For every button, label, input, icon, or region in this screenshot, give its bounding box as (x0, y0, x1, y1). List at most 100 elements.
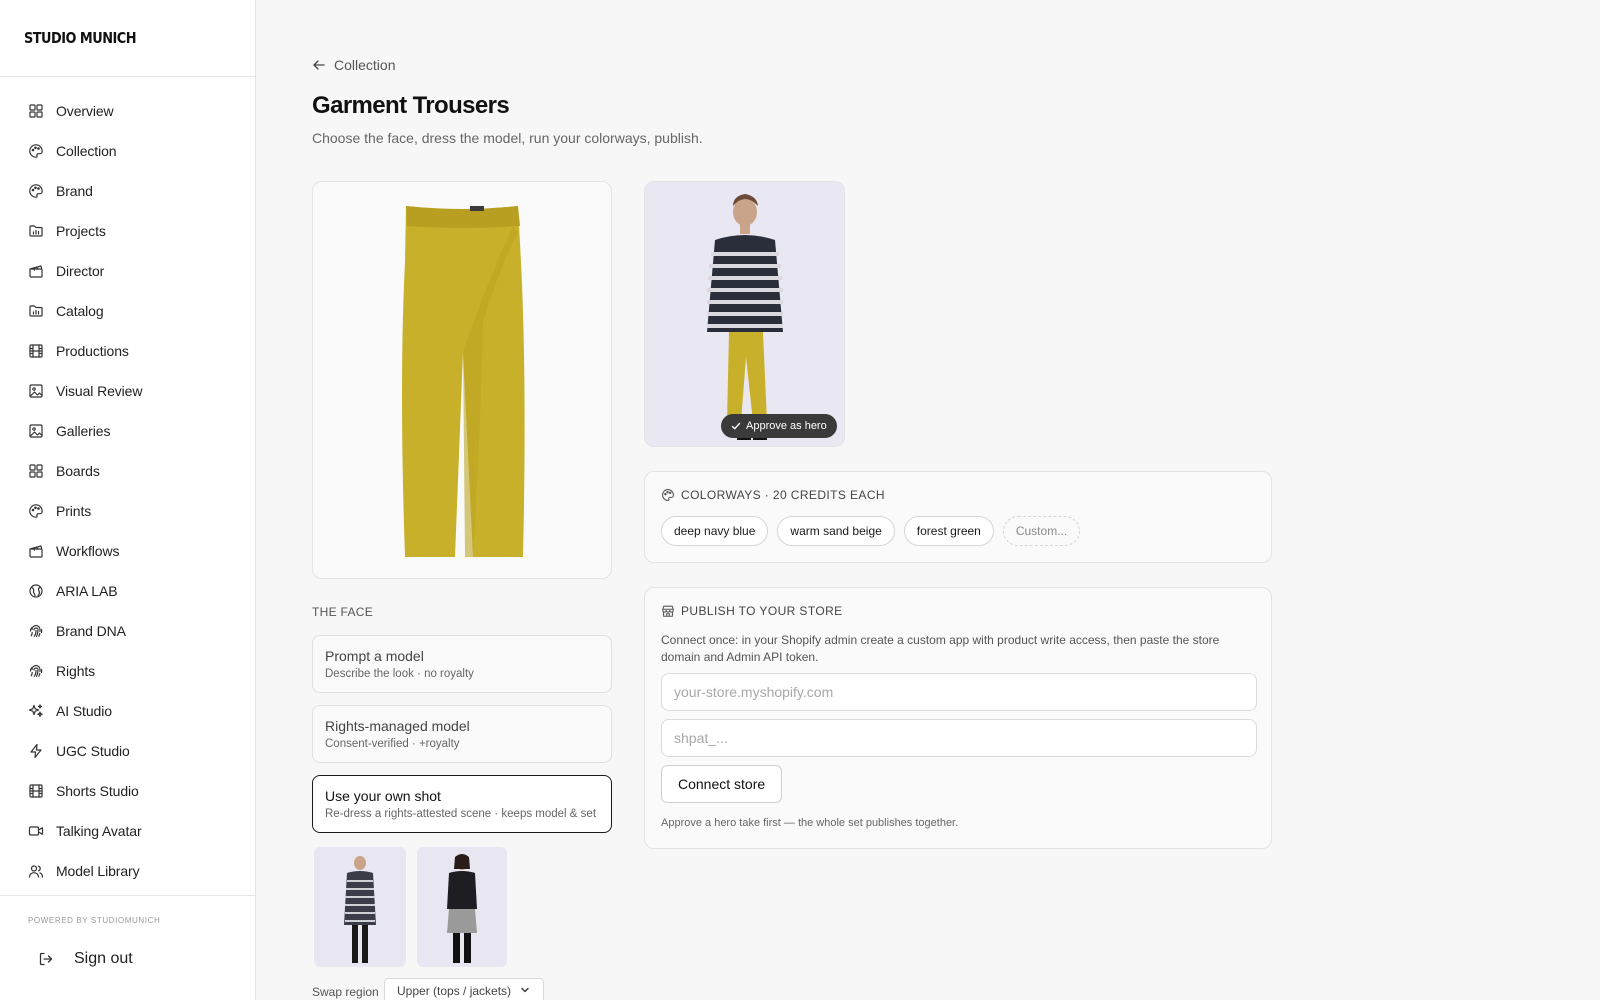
sidebar-item-label: Overview (56, 103, 114, 119)
sidebar-item-talking-avatar[interactable]: Talking Avatar (0, 811, 256, 851)
sidebar-item-label: Visual Review (56, 383, 143, 399)
sidebar-item-productions[interactable]: Productions (0, 331, 256, 371)
colorway-chip[interactable]: warm sand beige (777, 516, 895, 546)
face-option-subtitle: Describe the look · no royalty (325, 668, 474, 680)
bolt-icon (28, 743, 44, 759)
sidebar-item-label: Productions (56, 343, 129, 359)
sidebar-item-model-library[interactable]: Model Library (0, 851, 256, 891)
sidebar-nav: Overview Collection Brand Projects Director C… (0, 91, 256, 891)
face-option-subtitle: Re-dress a rights-attested scene · keeps… (325, 808, 597, 820)
chevron-down-icon (521, 987, 529, 993)
image-icon (28, 423, 44, 439)
check-icon (731, 422, 741, 430)
sidebar-item-label: Workflows (56, 543, 120, 559)
sidebar-divider (0, 76, 255, 77)
palette-icon (28, 183, 44, 199)
sidebar-item-label: Brand (56, 183, 93, 199)
sidebar-item-label: ARIA LAB (56, 583, 118, 599)
colorway-chip[interactable]: forest green (903, 516, 994, 546)
colorways-heading: COLORWAYS · 20 CREDITS EACH (661, 488, 885, 502)
colorways-panel: COLORWAYS · 20 CREDITS EACH deep navy bl… (644, 471, 1272, 563)
folder-chart-icon (28, 303, 44, 319)
sidebar-item-label: Collection (56, 143, 117, 159)
palette-icon (28, 143, 44, 159)
sidebar-item-label: Galleries (56, 423, 111, 439)
swap-region-label: Swap region (312, 985, 379, 999)
users-icon (28, 863, 44, 879)
sidebar-item-label: Catalog (56, 303, 104, 319)
logo: STUDIO MUNICH (24, 29, 137, 47)
sidebar-item-label: Shorts Studio (56, 783, 139, 799)
film-icon (28, 783, 44, 799)
sidebar-item-label: Prints (56, 503, 92, 519)
publish-description: Connect once: in your Shopify admin crea… (661, 633, 1220, 664)
sidebar-item-brand-dna[interactable]: Brand DNA (0, 611, 256, 651)
publish-note: Approve a hero take first — the whole se… (661, 817, 959, 829)
sidebar-item-projects[interactable]: Projects (0, 211, 256, 251)
powered-by: POWERED BY STUDIOMUNICH (28, 916, 161, 925)
sidebar-item-boards[interactable]: Boards (0, 451, 256, 491)
api-token-input[interactable] (661, 719, 1257, 757)
clapperboard-icon (28, 263, 44, 279)
sidebar-item-overview[interactable]: Overview (0, 91, 256, 131)
sidebar-item-rights[interactable]: Rights (0, 651, 256, 691)
approve-hero-button[interactable]: Approve as hero (721, 414, 837, 438)
sidebar-item-ai-studio[interactable]: AI Studio (0, 691, 256, 731)
palette-icon (662, 489, 674, 501)
connect-store-button[interactable]: Connect store (661, 765, 783, 803)
grid-icon (28, 103, 44, 119)
custom-colorway-chip[interactable]: Custom... (1002, 516, 1081, 546)
sidebar-item-label: Director (56, 263, 105, 279)
face-option-subtitle: Consent-verified · +royalty (325, 738, 460, 750)
sidebar: STUDIO MUNICH Overview Collection Brand Pro… (0, 0, 256, 1000)
video-icon (28, 823, 44, 839)
store-domain-input[interactable] (661, 673, 1257, 711)
scene-thumbnail[interactable] (417, 847, 507, 967)
fingerprint-icon (28, 623, 44, 639)
sidebar-item-label: Talking Avatar (56, 823, 142, 839)
sidebar-item-ugc-studio[interactable]: UGC Studio (0, 731, 256, 771)
image-icon (28, 383, 44, 399)
sidebar-item-label: Boards (56, 463, 100, 479)
scene-thumbnail[interactable] (314, 847, 406, 967)
globe-icon (28, 583, 44, 599)
sidebar-item-label: Model Library (56, 863, 140, 879)
face-option-rights-managed[interactable]: Rights-managed model Consent-verified · … (312, 705, 612, 763)
scene-photo (447, 854, 477, 963)
hero-take-card[interactable]: Approve as hero (644, 181, 845, 447)
colorway-chips: deep navy blue warm sand beige forest gr… (661, 516, 1089, 546)
face-option-own-shot[interactable]: Use your own shot Re-dress a rights-atte… (312, 775, 612, 833)
sidebar-item-catalog[interactable]: Catalog (0, 291, 256, 331)
sign-out-button[interactable]: Sign out (38, 950, 133, 968)
sidebar-item-brand[interactable]: Brand (0, 171, 256, 211)
scene-photo (344, 856, 376, 963)
page-subtitle: Choose the face, dress the model, run yo… (312, 130, 703, 146)
sidebar-item-galleries[interactable]: Galleries (0, 411, 256, 451)
clapperboard-icon (28, 543, 44, 559)
sidebar-item-visual-review[interactable]: Visual Review (0, 371, 256, 411)
face-option-prompt[interactable]: Prompt a model Describe the look · no ro… (312, 635, 612, 693)
sidebar-item-aria-lab[interactable]: ARIA LAB (0, 571, 256, 611)
sign-out-label: Sign out (74, 950, 133, 967)
sidebar-item-collection[interactable]: Collection (0, 131, 256, 171)
back-link[interactable]: Collection (312, 57, 395, 73)
film-icon (28, 343, 44, 359)
colorways-heading-text: COLORWAYS · 20 CREDITS EACH (681, 488, 885, 502)
grid-icon (28, 463, 44, 479)
folder-chart-icon (28, 223, 44, 239)
sidebar-item-prints[interactable]: Prints (0, 491, 256, 531)
sidebar-item-director[interactable]: Director (0, 251, 256, 291)
sidebar-item-label: AI Studio (56, 703, 112, 719)
sparkles-icon (28, 703, 44, 719)
sidebar-item-shorts-studio[interactable]: Shorts Studio (0, 771, 256, 811)
sidebar-item-workflows[interactable]: Workflows (0, 531, 256, 571)
swap-region-select[interactable]: Upper (tops / jackets) (384, 978, 544, 1000)
publish-panel: PUBLISH TO YOUR STORE Connect once: in y… (644, 587, 1272, 849)
face-option-title: Prompt a model (325, 648, 424, 664)
face-section-label: THE FACE (312, 605, 374, 619)
store-icon (662, 605, 674, 617)
colorway-chip[interactable]: deep navy blue (661, 516, 769, 546)
garment-trousers-image (402, 206, 525, 557)
face-option-title: Use your own shot (325, 788, 441, 804)
back-label: Collection (334, 57, 396, 73)
